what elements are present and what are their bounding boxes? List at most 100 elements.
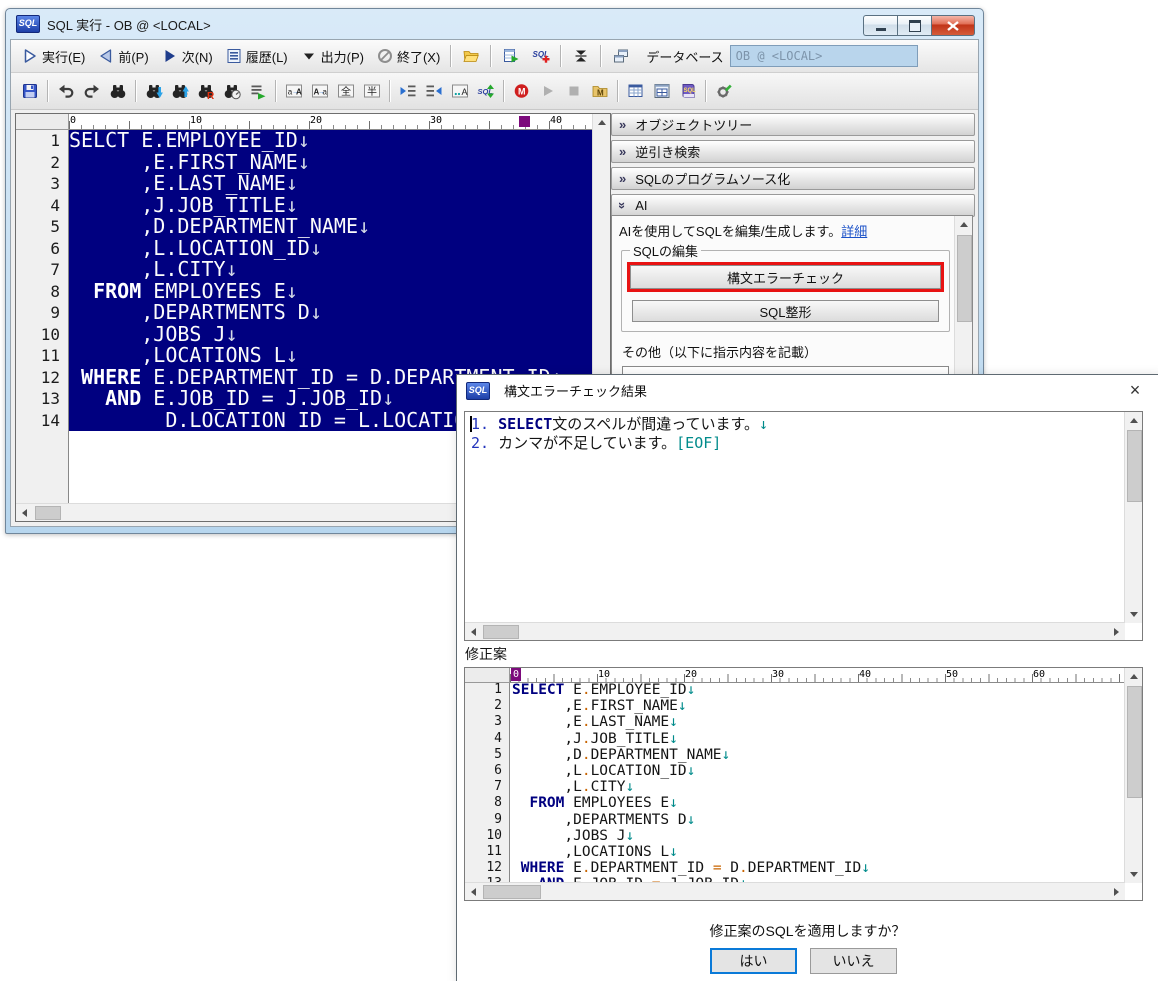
find-all-button[interactable] (220, 80, 244, 102)
macro-record-button[interactable]: M (510, 80, 534, 102)
hankaku-button[interactable]: 半 (360, 80, 384, 102)
section-header-reverse-search[interactable]: » 逆引き検索 (611, 140, 975, 163)
proposal-editor[interactable]: 0102030405060 12345678910111213 SELECT E… (464, 667, 1143, 901)
run-icon (21, 47, 39, 65)
results-vscrollbar[interactable] (1124, 412, 1142, 623)
case-lower-button[interactable]: A → a (308, 80, 332, 102)
run-button[interactable]: 実行(E) (16, 45, 90, 68)
sql-format-button[interactable]: SQL整形 (632, 300, 939, 322)
table-run-button[interactable] (497, 45, 525, 67)
scroll-up-button[interactable] (1125, 668, 1142, 685)
line-number: 10 (486, 827, 502, 843)
scroll-thumb[interactable] (957, 235, 972, 322)
line-number: 2 (494, 698, 502, 714)
redo-button[interactable] (80, 80, 104, 102)
syntax-check-button[interactable]: 構文エラーチェック (630, 265, 941, 289)
scroll-left-button[interactable] (16, 504, 33, 521)
no-button[interactable]: いいえ (810, 948, 897, 974)
scroll-left-button[interactable] (465, 883, 482, 900)
sql-reference-button[interactable]: SQL (676, 80, 700, 102)
scroll-thumb[interactable] (1127, 686, 1142, 798)
open-file-button[interactable] (457, 45, 485, 67)
find-next-button[interactable] (142, 80, 166, 102)
scroll-thumb[interactable] (483, 625, 519, 639)
sql-add-icon: SQL (532, 47, 550, 65)
table-view-button[interactable] (624, 80, 648, 102)
line-number: 7 (494, 779, 502, 795)
scroll-up-button[interactable] (955, 216, 972, 233)
macro-stop-button[interactable] (562, 80, 586, 102)
exit-icon (376, 47, 394, 65)
toolbar-separator (275, 80, 277, 102)
case-upper-button[interactable]: a → A (282, 80, 306, 102)
results-hscrollbar[interactable] (465, 622, 1125, 640)
yes-button[interactable]: はい (710, 948, 797, 974)
detail-link[interactable]: 詳細 (841, 224, 867, 239)
exit-button[interactable]: 終了(X) (371, 45, 445, 68)
syntax-check-dialog: SQL 構文エラーチェック結果 × 1. SELECT文のスペルが間違っています… (456, 374, 1158, 981)
scroll-thumb[interactable] (1127, 430, 1142, 502)
line-number: 1 (50, 131, 60, 150)
maximize-button[interactable] (897, 15, 931, 36)
scroll-right-button[interactable] (1108, 883, 1125, 900)
save-button[interactable] (18, 80, 42, 102)
scroll-thumb[interactable] (35, 506, 61, 520)
dialog-close-button[interactable]: × (1116, 377, 1154, 404)
zenkaku-button[interactable]: 全 (334, 80, 358, 102)
window-button[interactable] (607, 45, 635, 67)
arrow-up-icon (1129, 414, 1138, 423)
caret-column-marker (519, 116, 530, 127)
find-icon (109, 82, 127, 100)
line-number: 4 (50, 195, 60, 215)
find-button[interactable] (106, 80, 130, 102)
scroll-right-button[interactable] (1108, 623, 1125, 640)
ai-instruction-textarea[interactable] (622, 366, 949, 374)
settings-button[interactable] (712, 80, 736, 102)
sql-format-button[interactable]: SQL (474, 80, 498, 102)
scroll-down-button[interactable] (1125, 866, 1142, 883)
scroll-thumb[interactable] (483, 885, 541, 899)
error-results-box[interactable]: 1. SELECT文のスペルが間違っています。↓ 2. カンマが不足しています。[… (464, 411, 1143, 641)
proposal-hscrollbar[interactable] (465, 882, 1125, 900)
section-header-sql-to-source[interactable]: » SQLのプログラムソース化 (611, 167, 975, 190)
database-combobox[interactable]: OB @ <LOCAL> (729, 45, 918, 67)
space-visible-button[interactable]: A (448, 80, 472, 102)
replace-button[interactable]: R (194, 80, 218, 102)
scroll-down-button[interactable] (1125, 606, 1142, 623)
undo-button[interactable] (54, 80, 78, 102)
line-number: 12 (40, 367, 60, 387)
code-line: ,E.FIRST_NAME↓ (512, 698, 687, 715)
result-grid-button[interactable] (650, 80, 674, 102)
macro-open-button[interactable]: M (588, 80, 612, 102)
new-sql-button[interactable]: SQL (527, 45, 555, 67)
section-header-ai[interactable]: » AI (611, 194, 975, 217)
error-results-text: 1. SELECT文のスペルが間違っています。↓ 2. カンマが不足しています。[… (465, 412, 1125, 623)
find-prev-button[interactable] (168, 80, 192, 102)
space-visible-icon: A (451, 82, 469, 100)
dialog-titlebar[interactable]: SQL 構文エラーチェック結果 × (457, 375, 1158, 406)
history-button[interactable]: 履歴(L) (220, 45, 293, 68)
scroll-up-button[interactable] (593, 114, 610, 131)
svg-text:A: A (296, 88, 302, 97)
proposal-text-area[interactable]: SELECT E.EMPLOYEE_ID↓ ,E.FIRST_NAME↓ ,E.… (510, 682, 1125, 883)
outdent-button[interactable] (422, 80, 446, 102)
toolbar-separator (135, 80, 137, 102)
collapse-button[interactable] (567, 45, 595, 67)
prev-button[interactable]: 前(P) (92, 45, 153, 68)
output-button[interactable]: 出力(P) (295, 45, 369, 68)
exit-button-label: 終了(X) (396, 49, 441, 65)
next-button[interactable]: 次(N) (156, 45, 218, 68)
indent-button[interactable] (396, 80, 420, 102)
section-header-object-tree[interactable]: » オブジェクトツリー (611, 113, 975, 136)
next-button-label: 次(N) (181, 49, 213, 65)
minimize-button[interactable] (863, 15, 897, 36)
proposal-vscrollbar[interactable] (1124, 668, 1142, 883)
scroll-up-button[interactable] (1125, 412, 1142, 429)
close-button[interactable] (931, 15, 975, 36)
scroll-left-button[interactable] (465, 623, 482, 640)
grep-button[interactable] (246, 80, 270, 102)
next-icon (161, 47, 179, 65)
code-line: ,L.LOCATION_ID↓ (512, 763, 696, 780)
titlebar[interactable]: SQL SQL 実行 - OB @ <LOCAL> (6, 9, 983, 39)
macro-play-button[interactable] (536, 80, 560, 102)
